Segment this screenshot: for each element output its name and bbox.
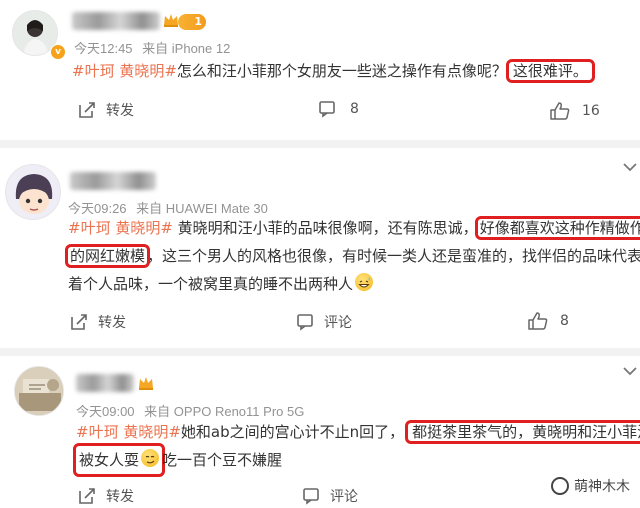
watermark: 萌神木木 bbox=[551, 476, 630, 496]
comment-text: 怎么和汪小菲那个女朋友一些迷之操作有点像呢？ bbox=[176, 62, 507, 80]
comment-button[interactable]: 8 bbox=[318, 100, 359, 118]
watermark-logo-icon bbox=[551, 477, 569, 495]
repost-icon bbox=[71, 314, 87, 330]
verified-badge-icon: v bbox=[50, 44, 66, 60]
comment-body-line-2: 被女人耍 吃一百个豆不嫌腥 bbox=[72, 443, 283, 477]
topic-tag[interactable]: #叶珂 黄晓明# bbox=[76, 423, 181, 441]
comment-body-line-2: 的网红嫩模 ，这三个男人的风格也很像，有时候一类人还是蛮准的，找伴侣的品味代表 bbox=[64, 242, 640, 270]
grin-sweat-emoji-icon bbox=[355, 273, 374, 291]
timestamp: 今天09:00 bbox=[76, 404, 135, 419]
highlighted-text: 被女人耍 bbox=[72, 443, 166, 477]
avatar-cartoon-icon bbox=[6, 165, 60, 219]
comment-button[interactable]: 评论 bbox=[302, 486, 358, 506]
topic-tag[interactable]: #叶珂 黄晓明# bbox=[68, 219, 173, 237]
comment-body: #叶珂 黄晓明#怎么和汪小菲那个女朋友一些迷之操作有点像呢？ 这很难评。 bbox=[72, 57, 595, 85]
watermark-text: 萌神木木 bbox=[574, 479, 630, 495]
like-count: 8 bbox=[560, 313, 569, 329]
comment-meta: 今天12:45 来自 iPhone 12 bbox=[74, 38, 230, 57]
chevron-down-icon[interactable] bbox=[622, 162, 638, 172]
like-button[interactable]: 16 bbox=[550, 102, 600, 120]
thumbs-up-icon bbox=[528, 312, 548, 330]
highlighted-text: 这很难评。 bbox=[505, 59, 595, 83]
repost-icon bbox=[79, 488, 95, 504]
divider bbox=[0, 348, 640, 356]
device-source: 来自 OPPO Reno11 Pro 5G bbox=[144, 404, 305, 419]
highlighted-text: 的网红嫩模 bbox=[64, 244, 151, 268]
chevron-down-icon[interactable] bbox=[622, 366, 638, 376]
highlighted-text: 好像都喜欢这种作精做作 bbox=[474, 216, 640, 240]
comment-count: 8 bbox=[350, 101, 359, 117]
repost-button[interactable]: 转发 bbox=[78, 486, 134, 506]
comment-text: ，这三个男人的风格也很像，有时候一类人还是蛮准的，找伴侣的品味代表 bbox=[147, 247, 640, 265]
repost-label: 转发 bbox=[106, 489, 134, 505]
smirk-emoji-icon bbox=[141, 449, 160, 467]
comment-icon bbox=[297, 314, 313, 331]
comment-text: 着个人品味，一个被窝里真的睡不出两种人 bbox=[68, 275, 354, 293]
like-count: 16 bbox=[582, 103, 600, 119]
comment-3: 今天09:00 来自 OPPO Reno11 Pro 5G #叶珂 黄晓明#她和… bbox=[0, 356, 640, 508]
avatar[interactable] bbox=[5, 164, 61, 220]
timestamp: 今天12:45 bbox=[74, 41, 133, 56]
comment-label: 评论 bbox=[330, 489, 358, 505]
thumbs-up-icon bbox=[550, 102, 570, 120]
username-blurred[interactable] bbox=[72, 12, 160, 30]
comment-text: 黄晓明和汪小菲的品味很像啊，还有陈思诚， bbox=[172, 219, 478, 237]
avatar-photo-icon bbox=[15, 367, 63, 415]
comment-2: 今天09:26 来自 HUAWEI Mate 30 #叶珂 黄晓明# 黄晓明和汪… bbox=[0, 148, 640, 348]
repost-label: 转发 bbox=[98, 315, 126, 331]
username-blurred[interactable] bbox=[70, 172, 156, 190]
comment-button[interactable]: 评论 bbox=[296, 312, 352, 332]
highlighted-text-label: 被女人耍 bbox=[79, 451, 140, 469]
comment-body-line-1: #叶珂 黄晓明# 黄晓明和汪小菲的品味很像啊，还有陈思诚， 好像都喜欢这种作精做作 bbox=[68, 214, 640, 242]
highlighted-text: 都挺茶里茶气的，黄晓明和汪小菲活该 bbox=[405, 420, 640, 444]
repost-button[interactable]: 转发 bbox=[70, 312, 126, 332]
comment-text: 吃一百个豆不嫌腥 bbox=[162, 451, 283, 469]
comment-label: 评论 bbox=[324, 315, 352, 331]
divider bbox=[0, 140, 640, 148]
level-badge: 1 bbox=[178, 14, 206, 30]
comment-icon bbox=[303, 488, 319, 505]
comment-text: 她和ab之间的宫心计不止n回了， bbox=[180, 423, 405, 441]
repost-button[interactable]: 转发 bbox=[78, 100, 134, 120]
avatar[interactable] bbox=[14, 366, 64, 416]
topic-tag[interactable]: #叶珂 黄晓明# bbox=[72, 62, 177, 80]
crown-icon bbox=[164, 14, 178, 27]
comment-body-line-3: 着个人品味，一个被窝里真的睡不出两种人 bbox=[68, 270, 374, 298]
comment-1: v 1 今天12:45 来自 iPhone 12 #叶珂 黄晓明#怎么和汪小菲那… bbox=[0, 0, 640, 140]
username-blurred[interactable] bbox=[76, 374, 134, 392]
like-button[interactable]: 8 bbox=[528, 312, 569, 330]
crown-icon bbox=[139, 377, 153, 390]
device-source: 来自 iPhone 12 bbox=[142, 41, 231, 56]
comment-icon bbox=[319, 101, 335, 118]
comment-body-line-1: #叶珂 黄晓明#她和ab之间的宫心计不止n回了，都挺茶里茶气的，黄晓明和汪小菲活… bbox=[76, 418, 640, 446]
repost-icon bbox=[79, 102, 95, 118]
repost-label: 转发 bbox=[106, 103, 134, 119]
